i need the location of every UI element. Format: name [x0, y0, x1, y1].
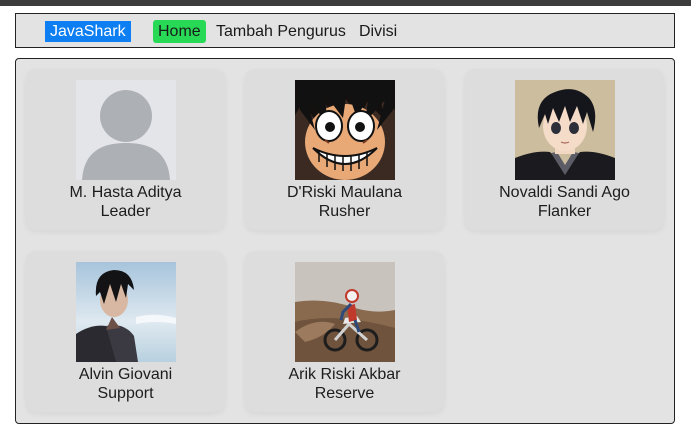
navbar: JavaShark Home Tambah Pengurus Divisi — [15, 13, 675, 48]
member-grid-panel: M. Hasta Aditya Leader D'Riski Maulana R… — [15, 58, 675, 424]
brand-link[interactable]: JavaShark — [45, 21, 131, 42]
member-role: Rusher — [318, 203, 371, 220]
member-role: Leader — [100, 203, 151, 220]
member-name: Arik Riski Akbar — [288, 366, 401, 383]
member-role: Flanker — [537, 203, 592, 220]
default-avatar-icon — [76, 80, 176, 180]
member-card: Arik Riski Akbar Reserve — [245, 251, 444, 412]
member-role: Reserve — [314, 385, 375, 402]
member-photo — [515, 80, 615, 180]
member-photo — [295, 80, 395, 180]
member-photo — [76, 262, 176, 362]
member-role: Support — [97, 385, 154, 402]
member-photo — [295, 262, 395, 362]
member-card: M. Hasta Aditya Leader — [26, 69, 225, 230]
member-card: Alvin Giovani Support — [26, 251, 225, 412]
member-name: Novaldi Sandi Ago — [499, 184, 630, 201]
member-name: M. Hasta Aditya — [69, 184, 182, 201]
member-card: Novaldi Sandi Ago Flanker — [465, 69, 664, 230]
member-name: Alvin Giovani — [78, 366, 173, 383]
member-name: D'Riski Maulana — [286, 184, 403, 201]
member-card: D'Riski Maulana Rusher — [245, 69, 444, 230]
nav-link-tambah-pengurus[interactable]: Tambah Pengurus — [216, 20, 346, 43]
nav-link-home[interactable]: Home — [153, 20, 206, 43]
window-top-strip — [0, 0, 691, 6]
nav-link-divisi[interactable]: Divisi — [359, 20, 397, 43]
